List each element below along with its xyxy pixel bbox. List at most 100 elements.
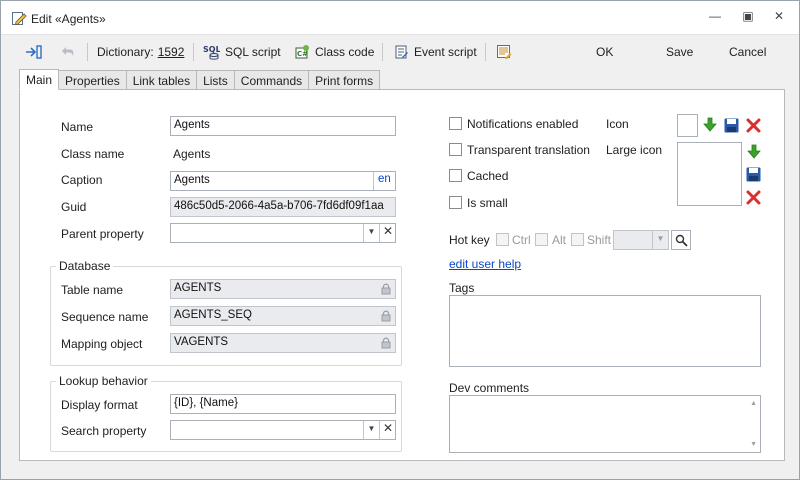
maximize-button[interactable]: ▣ — [738, 9, 758, 27]
caption-lang-label: en — [378, 173, 391, 185]
main-tab-panel: Name Agents Class name Agents Caption Ag… — [19, 89, 785, 461]
script-icon — [395, 45, 408, 59]
lookup-behavior-group — [50, 381, 402, 452]
save-icon[interactable] — [746, 167, 761, 182]
display-format-input[interactable]: {ID}, {Name} — [170, 394, 396, 414]
tab-main[interactable]: Main — [19, 69, 60, 90]
class-code-label: Class code — [315, 45, 375, 59]
class-name-label: Class name — [61, 147, 125, 161]
import-icon[interactable] — [702, 117, 718, 133]
parent-property-select[interactable]: ▼ ✕ — [170, 223, 396, 243]
ctrl-label: Ctrl — [512, 233, 531, 247]
delete-icon[interactable] — [746, 190, 761, 205]
save-button[interactable]: Save — [666, 43, 693, 61]
sql-script-button[interactable]: SQL SQL script — [203, 43, 281, 61]
window-title: Edit «Agents» — [31, 12, 106, 26]
edit-user-help-link[interactable]: edit user help — [449, 257, 521, 271]
close-icon: ✕ — [382, 421, 394, 435]
tab-commands[interactable]: Commands — [233, 70, 310, 90]
sequence-name-field[interactable]: AGENTS_SEQ — [170, 306, 396, 326]
lock-icon — [381, 283, 391, 295]
caption-label: Caption — [61, 173, 103, 187]
hotkey-search-button[interactable] — [671, 230, 691, 250]
large-icon-label: Large icon — [606, 143, 663, 157]
class-name-value: Agents — [173, 147, 211, 161]
large-icon-preview[interactable] — [677, 142, 742, 206]
ctrl-checkbox[interactable] — [496, 233, 509, 246]
save-label: Save — [666, 45, 694, 59]
name-input[interactable]: Agents — [170, 116, 396, 136]
chevron-down-icon: ▼ — [656, 234, 665, 243]
lookup-behavior-title: Lookup behavior — [56, 374, 151, 388]
save-icon[interactable] — [724, 118, 739, 133]
dev-comments-label: Dev comments — [449, 381, 530, 395]
search-property-clear[interactable]: ✕ — [379, 421, 395, 439]
tags-label: Tags — [449, 281, 475, 295]
search-property-dropdown[interactable]: ▼ — [363, 421, 379, 439]
tab-lists[interactable]: Lists — [196, 70, 235, 90]
class-code-button[interactable]: C# Class code — [294, 43, 374, 61]
close-button[interactable]: ✕ — [769, 9, 789, 27]
edit-icon — [12, 12, 27, 26]
parent-property-label: Parent property — [61, 227, 144, 241]
import-icon[interactable] — [746, 144, 762, 160]
guid-field[interactable]: 486c50d5-2066-4a5a-b706-7fd6df09f1aa — [170, 197, 396, 217]
class-code-icon: C# — [295, 45, 309, 59]
close-icon: ✕ — [382, 224, 394, 238]
is-small-label: Is small — [467, 196, 508, 210]
caption-input[interactable]: Agents en — [170, 171, 396, 191]
tab-properties[interactable]: Properties — [58, 70, 127, 90]
mapping-object-field[interactable]: VAGENTS — [170, 333, 396, 353]
alt-checkbox[interactable] — [535, 233, 548, 246]
dictionary-info: Dictionary: 1592 — [97, 43, 184, 61]
mapping-object-value: VAGENTS — [174, 336, 229, 348]
tab-print-forms[interactable]: Print forms — [308, 70, 381, 90]
caption-lang-button[interactable]: en — [373, 172, 395, 190]
parent-property-dropdown[interactable]: ▼ — [363, 224, 379, 242]
tab-strip: Main Properties Link tables Lists Comman… — [19, 69, 381, 90]
name-label: Name — [61, 120, 94, 134]
dictionary-link[interactable]: 1592 — [158, 45, 185, 59]
scroll-up-icon[interactable]: ▲ — [750, 400, 757, 407]
notifications-label: Notifications enabled — [467, 117, 579, 131]
notifications-checkbox[interactable] — [449, 117, 462, 130]
chevron-down-icon: ▼ — [367, 424, 376, 433]
ok-button[interactable]: OK — [596, 43, 613, 61]
table-name-field[interactable]: AGENTS — [170, 279, 396, 299]
hotkey-dropdown[interactable]: ▼ — [652, 231, 668, 249]
transparent-translation-checkbox[interactable] — [449, 143, 462, 156]
minimize-button[interactable]: — — [705, 9, 725, 27]
parent-property-clear[interactable]: ✕ — [379, 224, 395, 242]
hotkey-key-select[interactable]: ▼ — [613, 230, 669, 250]
form-designer-button[interactable] — [496, 43, 512, 61]
tags-input[interactable] — [449, 295, 761, 367]
back-button[interactable] — [61, 43, 75, 61]
is-small-checkbox[interactable] — [449, 196, 462, 209]
title-bar: Edit «Agents» — ▣ ✕ — [1, 1, 799, 35]
table-name-value: AGENTS — [174, 282, 222, 294]
sequence-name-label: Sequence name — [61, 310, 149, 324]
scroll-down-icon[interactable]: ▼ — [750, 441, 757, 448]
expand-button[interactable] — [25, 43, 43, 61]
search-property-select[interactable]: ▼ ✕ — [170, 420, 396, 440]
icon-preview[interactable] — [677, 114, 698, 137]
toolbar-separator — [485, 43, 486, 61]
shift-label: Shift — [587, 233, 612, 247]
cancel-button[interactable]: Cancel — [729, 43, 766, 61]
search-property-label: Search property — [61, 424, 147, 438]
dictionary-label: Dictionary: — [97, 45, 154, 59]
delete-icon[interactable] — [746, 118, 761, 133]
event-script-button[interactable]: Event script — [393, 43, 477, 61]
display-format-label: Display format — [61, 398, 138, 412]
icon-label: Icon — [606, 117, 629, 131]
cached-checkbox[interactable] — [449, 169, 462, 182]
tab-link-tables[interactable]: Link tables — [125, 70, 198, 90]
sequence-name-value: AGENTS_SEQ — [174, 309, 252, 321]
mapping-object-label: Mapping object — [61, 337, 143, 351]
lock-icon — [381, 337, 391, 349]
table-name-label: Table name — [61, 283, 124, 297]
caption-value: Agents — [174, 174, 210, 186]
search-icon — [675, 234, 688, 247]
dev-comments-input[interactable]: ▲ ▼ — [449, 395, 761, 453]
shift-checkbox[interactable] — [571, 233, 584, 246]
